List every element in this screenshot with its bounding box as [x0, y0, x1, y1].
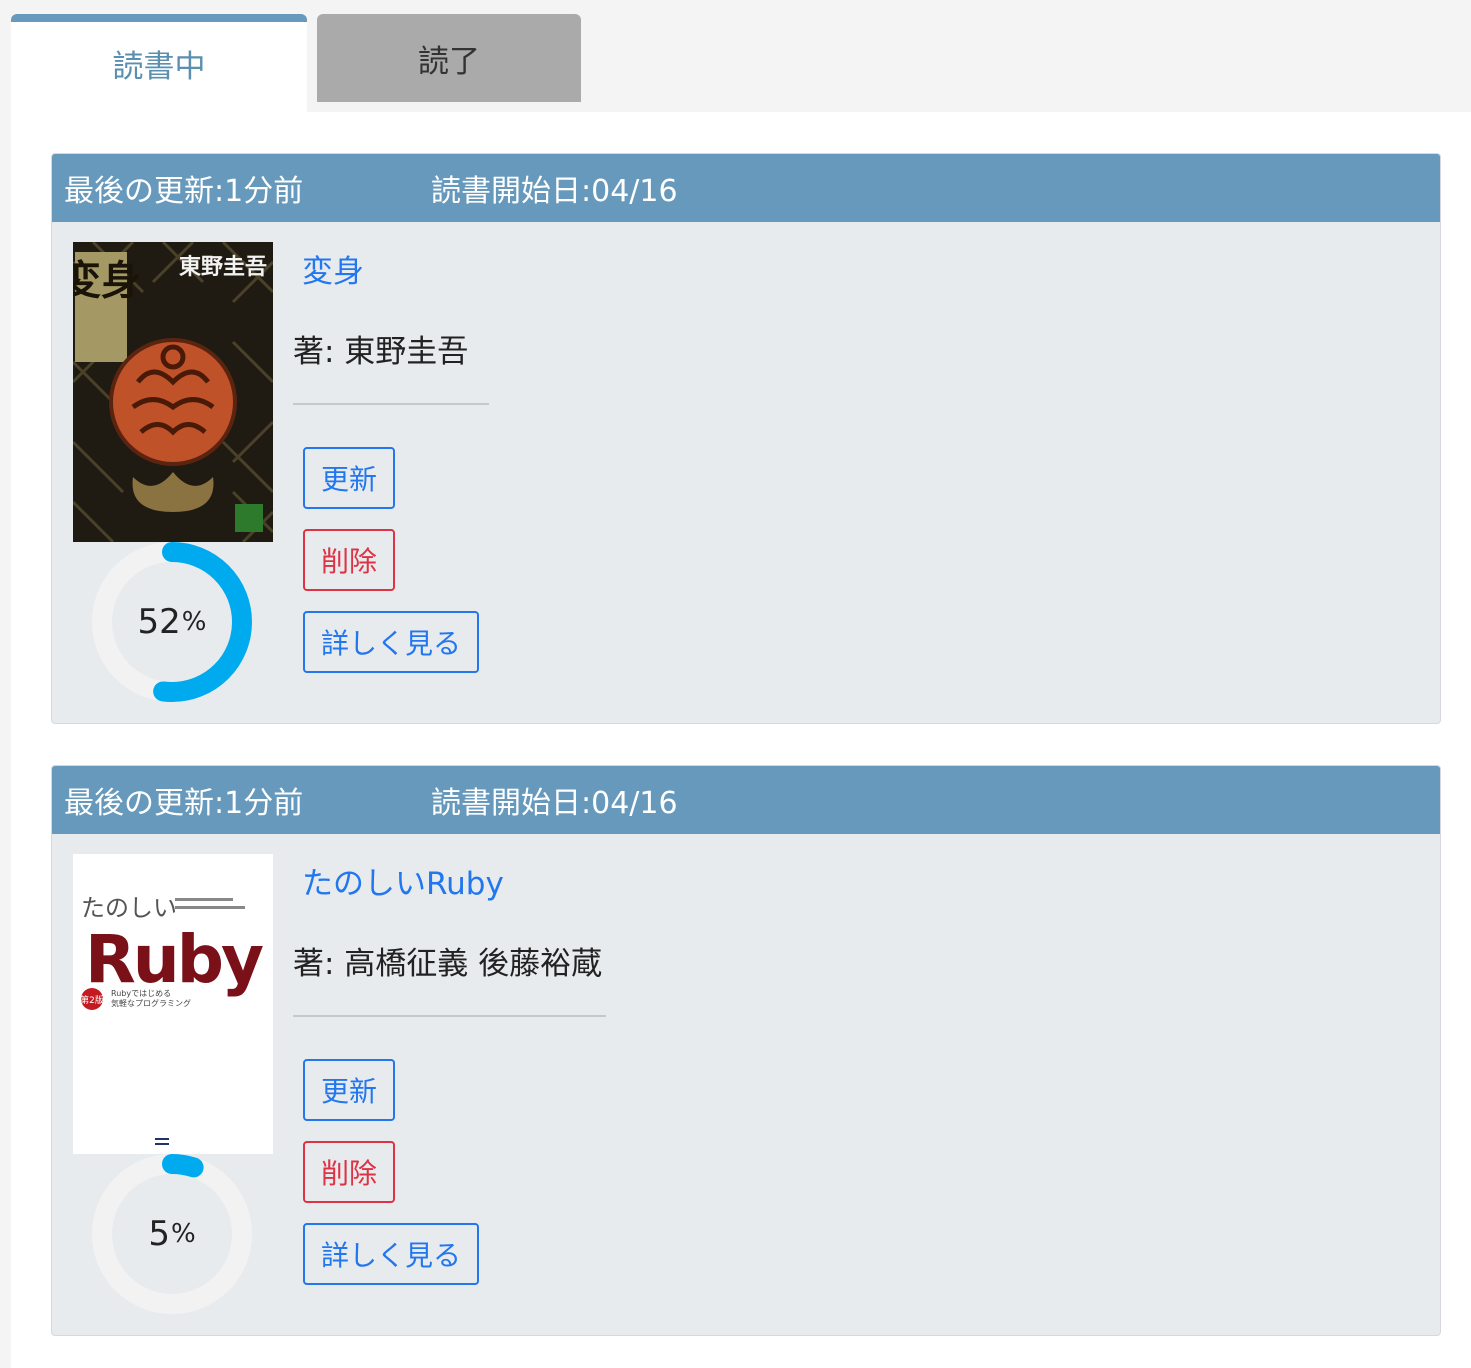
book-cover-henshin[interactable]: 変身 東野圭吾 — [73, 242, 273, 542]
progress-text: 52% — [92, 542, 252, 702]
cover-tagline-2: 気軽なプログラミング — [111, 998, 191, 1008]
cover-edition: 第2版 — [80, 994, 104, 1006]
start-date: 読書開始日:04/16 — [431, 174, 678, 209]
card-header: 最後の更新:1分前 読書開始日:04/16 — [52, 154, 1440, 222]
cover-title-1: 変身 — [73, 257, 141, 304]
details-button[interactable]: 詳しく見る — [303, 611, 479, 673]
book-title-link[interactable]: たのしいRuby — [302, 858, 504, 903]
progress-value: 5 — [148, 1214, 170, 1254]
percent-sign: % — [181, 607, 207, 637]
tab-finished[interactable]: 読了 — [317, 14, 581, 102]
delete-button[interactable]: 削除 — [303, 1141, 395, 1203]
book-list: 最後の更新:1分前 読書開始日:04/16 変身 東野圭吾 — [11, 112, 1471, 1368]
book-card: 最後の更新:1分前 読書開始日:04/16 変身 東野圭吾 — [51, 153, 1441, 724]
update-button[interactable]: 更新 — [303, 447, 395, 509]
tab-reading[interactable]: 読書中 — [11, 14, 307, 114]
divider — [293, 1015, 606, 1017]
book-card: 最後の更新:1分前 読書開始日:04/16 たのしい Ruby 第2版 Ruby… — [51, 765, 1441, 1336]
details-button[interactable]: 詳しく見る — [303, 1223, 479, 1285]
cover-author: 東野圭吾 — [179, 254, 267, 280]
book-cover-tanoshii-ruby[interactable]: たのしい Ruby 第2版 Rubyではじめる 気軽なプログラミング — [73, 854, 273, 1154]
last-updated: 最後の更新:1分前 — [64, 786, 304, 821]
cover-subtitle: たのしい — [81, 894, 177, 922]
book-author: 著: 高橋征義 後藤裕蔵 — [293, 946, 603, 982]
cover-title: Ruby — [85, 921, 263, 998]
percent-sign: % — [170, 1219, 196, 1249]
book-author: 著: 東野圭吾 — [293, 334, 469, 370]
tab-bar: 読書中 読了 — [0, 0, 1471, 114]
card-header: 最後の更新:1分前 読書開始日:04/16 — [52, 766, 1440, 834]
delete-button[interactable]: 削除 — [303, 529, 395, 591]
progress-text: 5% — [92, 1154, 252, 1314]
book-title-link[interactable]: 変身 — [302, 246, 364, 291]
start-date: 読書開始日:04/16 — [431, 786, 678, 821]
cover-tagline-1: Rubyではじめる — [111, 989, 171, 998]
divider — [293, 403, 489, 405]
progress-value: 52 — [137, 602, 181, 642]
last-updated: 最後の更新:1分前 — [64, 174, 304, 209]
update-button[interactable]: 更新 — [303, 1059, 395, 1121]
